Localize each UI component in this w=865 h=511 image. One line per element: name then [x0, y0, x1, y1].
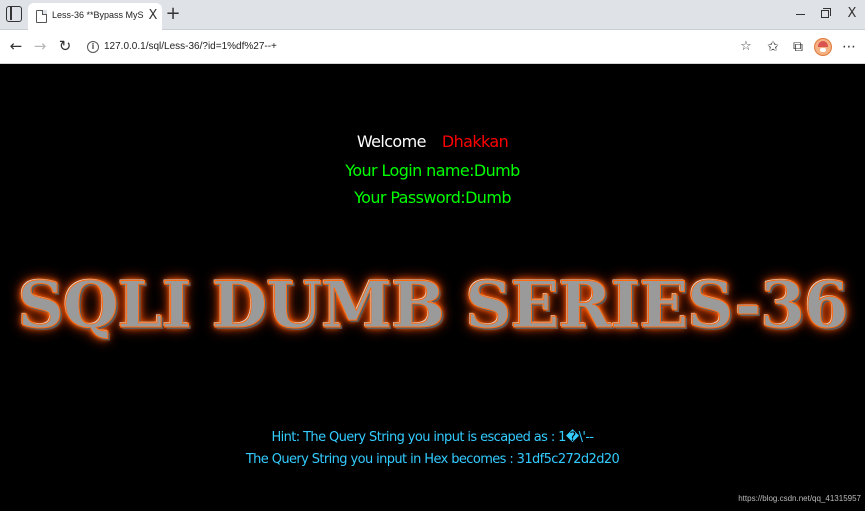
restore-icon [821, 8, 831, 18]
watermark: https://blog.csdn.net/qq_41315957 [738, 494, 861, 503]
minimize-icon [796, 14, 805, 15]
escaped-query-hint: Hint: The Query String you input is esca… [271, 430, 594, 445]
hex-query-text: The Query String you input in Hex become… [245, 452, 620, 467]
minimize-button[interactable] [788, 4, 812, 24]
profile-avatar-icon[interactable] [814, 38, 832, 56]
window-close-button[interactable]: X [840, 4, 864, 24]
collections-icon[interactable]: ⧉ [789, 38, 807, 56]
page-content: Welcome Dhakkan Your Login name:Dumb Your… [0, 65, 865, 511]
back-arrow-icon[interactable]: ← [6, 36, 26, 56]
add-favorite-icon[interactable]: ☆ [738, 39, 754, 55]
welcome-label: Welcome [356, 132, 427, 151]
login-name-text: Your Login name:Dumb [345, 161, 520, 180]
reload-icon[interactable]: ↻ [55, 36, 75, 56]
tab-close-button[interactable]: X [146, 8, 160, 24]
new-tab-button[interactable]: + [165, 3, 181, 25]
info-icon[interactable]: i [87, 41, 99, 53]
address-bar[interactable]: i 127.0.0.1/sql/Less-36/?id=1%df%27--+ ☆ [82, 33, 758, 61]
more-icon[interactable]: ⋯ [840, 38, 858, 56]
password-text: Your Password:Dumb [354, 188, 511, 207]
tab-actions-icon[interactable] [6, 6, 22, 22]
url-input[interactable]: 127.0.0.1/sql/Less-36/?id=1%df%27--+ [104, 39, 724, 55]
page-favicon-icon [36, 10, 47, 23]
forward-arrow-icon[interactable]: → [30, 36, 50, 56]
tab-bar: Less-36 **Bypass MySQL Real Es X + X [0, 0, 865, 30]
tab-title: Less-36 **Bypass MySQL Real Es [52, 10, 144, 20]
tab-active[interactable]: Less-36 **Bypass MySQL Real Es X [28, 3, 162, 30]
series-banner: SQLI DUMB SERIES-36 [17, 268, 849, 344]
welcome-line: Welcome Dhakkan [0, 131, 865, 153]
navigation-bar: ← → ↻ i 127.0.0.1/sql/Less-36/?id=1%df%2… [0, 30, 865, 64]
maximize-button[interactable] [813, 4, 837, 24]
welcome-name: Dhakkan [441, 132, 509, 151]
favorites-icon[interactable]: ✩ [764, 38, 782, 56]
